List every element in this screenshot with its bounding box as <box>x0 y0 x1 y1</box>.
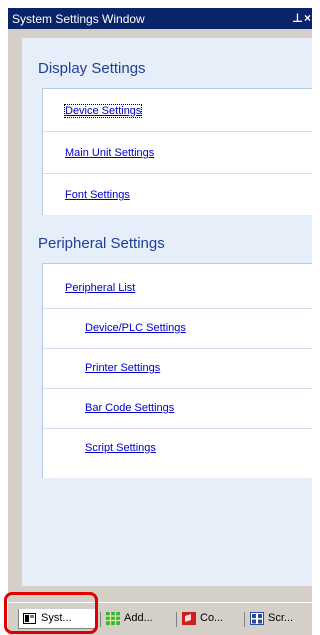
pin-icon[interactable]: ⊥ <box>292 12 303 25</box>
screen-list-icon <box>250 612 264 625</box>
font-settings-link[interactable]: Font Settings <box>65 189 130 201</box>
peripheral-settings-heading: Peripheral Settings <box>38 235 165 252</box>
peripheral-settings-box: Peripheral List Device/PLC Settings Prin… <box>42 263 312 478</box>
display-settings-box: Device Settings Main Unit Settings Font … <box>42 88 312 215</box>
tab-label: Scr... <box>268 612 294 624</box>
divider <box>43 131 312 132</box>
tab-address[interactable]: Add... <box>102 609 174 629</box>
bottom-tab-bar: Syst... Add... Co... Scr... <box>8 602 312 635</box>
tab-label: Add... <box>124 612 153 624</box>
divider <box>43 308 312 309</box>
divider <box>43 388 312 389</box>
tab-divider <box>176 612 177 627</box>
system-settings-window: System Settings Window ⊥ × Display Setti… <box>8 8 312 635</box>
tab-system-settings[interactable]: Syst... <box>18 609 96 629</box>
common-red-icon <box>182 612 196 625</box>
divider <box>43 348 312 349</box>
window-title: System Settings Window <box>12 12 145 26</box>
tab-divider <box>100 612 101 627</box>
main-unit-settings-link[interactable]: Main Unit Settings <box>65 147 154 159</box>
peripheral-list-link[interactable]: Peripheral List <box>65 282 135 294</box>
tab-common[interactable]: Co... <box>178 609 240 629</box>
address-grid-icon <box>106 612 120 625</box>
divider <box>43 173 312 174</box>
tab-screen-list[interactable]: Scr... <box>246 609 310 629</box>
display-settings-heading: Display Settings <box>38 60 146 77</box>
window-titlebar[interactable]: System Settings Window ⊥ × <box>8 8 312 29</box>
bar-code-settings-link[interactable]: Bar Code Settings <box>85 402 174 414</box>
script-settings-link[interactable]: Script Settings <box>85 442 156 454</box>
printer-settings-link[interactable]: Printer Settings <box>85 362 160 374</box>
settings-pane: Display Settings Device Settings Main Un… <box>22 38 312 586</box>
tab-divider <box>244 612 245 627</box>
divider <box>43 428 312 429</box>
device-plc-settings-link[interactable]: Device/PLC Settings <box>85 322 186 334</box>
tab-label: Syst... <box>41 612 72 624</box>
close-icon[interactable]: × <box>304 12 311 25</box>
tab-label: Co... <box>200 612 224 624</box>
system-settings-icon <box>23 613 36 624</box>
device-settings-link[interactable]: Device Settings <box>63 104 143 118</box>
